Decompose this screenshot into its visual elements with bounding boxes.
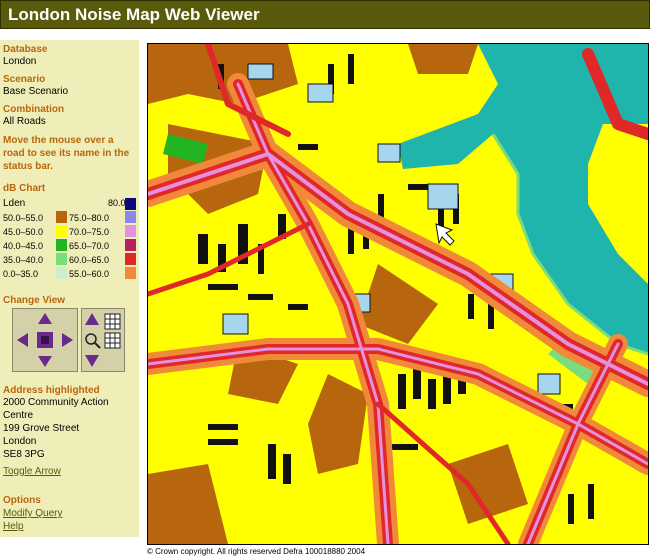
options-label: Options bbox=[3, 495, 41, 506]
legend-range: 40.0–45.0 bbox=[3, 241, 44, 251]
noise-map[interactable] bbox=[147, 43, 649, 545]
legend-swatch bbox=[125, 198, 136, 210]
grid-icon[interactable] bbox=[104, 313, 121, 349]
copyright-notice: © Crown copyright. All rights reserved D… bbox=[147, 547, 366, 556]
address-line: 2000 Community Action bbox=[3, 397, 109, 408]
help-link[interactable]: Help bbox=[3, 521, 24, 532]
zoom-tools bbox=[85, 313, 121, 367]
legend-swatch bbox=[56, 267, 67, 279]
db-chart-label: dB Chart bbox=[3, 183, 46, 194]
legend-range: 60.0–65.0 bbox=[69, 255, 110, 265]
legend-range: 75.0–80.0 bbox=[69, 213, 110, 223]
legend-range: 45.0–50.0 bbox=[3, 227, 44, 237]
legend-range: 55.0–60.0 bbox=[69, 269, 110, 279]
database-value: London bbox=[3, 56, 37, 67]
magnifier-icon[interactable] bbox=[85, 333, 101, 349]
address-line: Centre bbox=[3, 410, 34, 421]
address-line: 199 Grove Street bbox=[3, 423, 80, 434]
legend-swatch bbox=[125, 267, 136, 279]
pan-arrows bbox=[17, 313, 73, 367]
road-hint: Move the mouse over a road to see its na… bbox=[3, 135, 130, 172]
title-bar: London Noise Map Web Viewer bbox=[0, 0, 650, 29]
pan-down-icon[interactable] bbox=[38, 356, 52, 367]
database-label: Database bbox=[3, 44, 48, 55]
modify-query-link[interactable]: Modify Query bbox=[3, 508, 62, 519]
legend-range: 50.0–55.0 bbox=[3, 213, 44, 223]
legend-swatch bbox=[125, 253, 136, 265]
chart-metric: Lden bbox=[3, 198, 26, 209]
noise-map-image[interactable] bbox=[148, 44, 648, 544]
pan-up-icon[interactable] bbox=[38, 313, 52, 324]
pan-left-icon[interactable] bbox=[17, 333, 28, 347]
center-icon[interactable] bbox=[37, 332, 53, 348]
pan-control bbox=[12, 308, 78, 372]
scenario-value: Base Scenario bbox=[3, 86, 69, 97]
legend-swatch bbox=[125, 239, 136, 251]
app-title: London Noise Map Web Viewer bbox=[8, 5, 260, 24]
legend-range: 35.0–40.0 bbox=[3, 255, 44, 265]
legend-range: 70.0–75.0 bbox=[69, 227, 110, 237]
address-line: London bbox=[3, 436, 37, 447]
address-line: SE8 3PG bbox=[3, 449, 45, 460]
zoom-control bbox=[81, 308, 125, 372]
legend-swatch bbox=[56, 225, 67, 237]
change-view-label: Change View bbox=[3, 295, 66, 306]
legend-range: 65.0–70.0 bbox=[69, 241, 110, 251]
combination-label: Combination bbox=[3, 104, 65, 115]
combination-value: All Roads bbox=[3, 116, 46, 127]
legend-swatch bbox=[56, 239, 67, 251]
legend-swatch bbox=[125, 225, 136, 237]
legend-range: 0.0–35.0 bbox=[3, 269, 39, 279]
legend-swatch bbox=[56, 253, 67, 265]
legend-swatch bbox=[56, 211, 67, 223]
legend-swatch bbox=[125, 211, 136, 223]
scenario-label: Scenario bbox=[3, 74, 46, 85]
address-label: Address highlighted bbox=[3, 385, 100, 396]
sidebar: Database London Scenario Base Scenario C… bbox=[0, 40, 139, 537]
zoom-out-icon[interactable] bbox=[85, 355, 99, 367]
zoom-in-icon[interactable] bbox=[85, 313, 99, 325]
toggle-arrow-link[interactable]: Toggle Arrow bbox=[3, 466, 61, 477]
pan-right-icon[interactable] bbox=[62, 333, 73, 347]
